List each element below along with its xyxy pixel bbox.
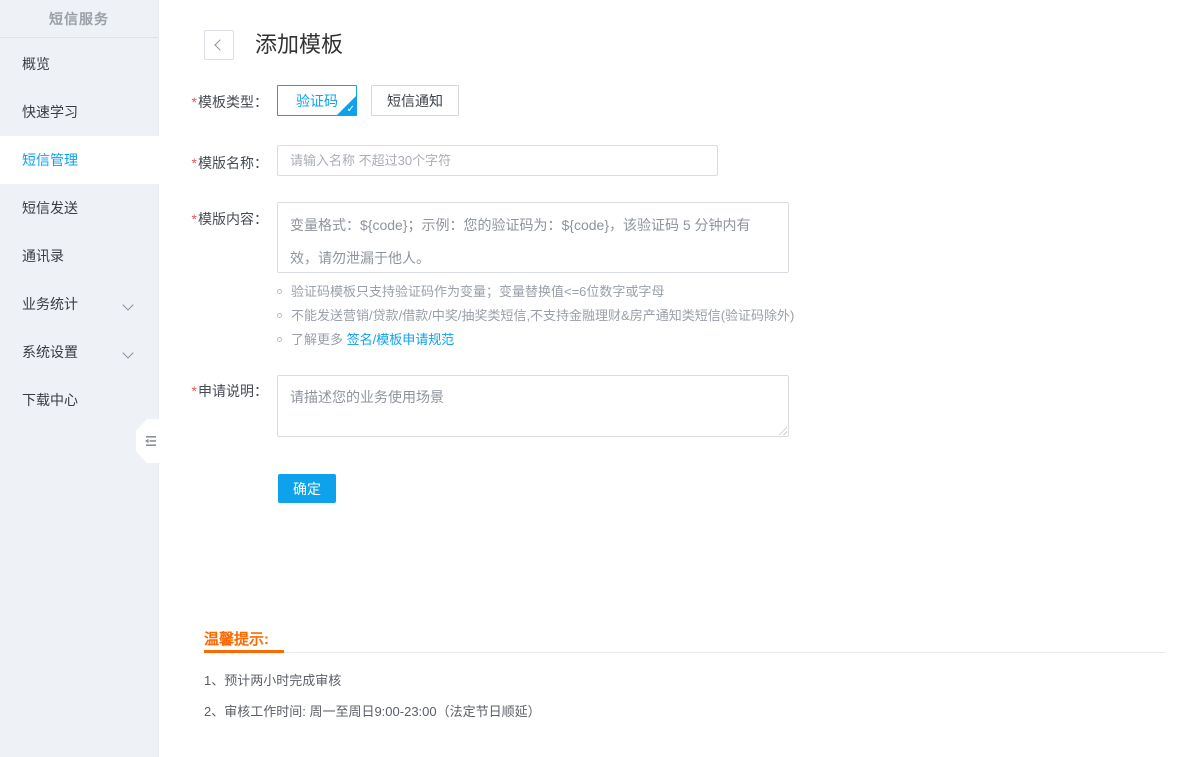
required-asterisk: * (192, 211, 197, 227)
chevron-down-icon (122, 347, 133, 358)
page-title: 添加模板 (255, 29, 343, 61)
note-forbidden-rule: 不能发送营销/贷款/借款/中奖/抽奖类短信,不支持金融理财&房产通知类短信(验证… (277, 304, 794, 328)
template-content-textarea[interactable] (277, 202, 789, 273)
tip-item: 1、预计两小时完成审核 (204, 670, 341, 689)
app-root: 短信服务 概览 快速学习 短信管理 短信发送 通讯录 业务统计 系统设置 下载中… (0, 0, 1185, 757)
template-name-label: *模版名称： (140, 153, 268, 173)
tip-item: 2、审核工作时间: 周一至周日9:00-23:00（法定节日顺延） (204, 701, 541, 720)
sidebar-item-overview[interactable]: 概览 (0, 40, 158, 88)
tips-title: 温馨提示: (204, 628, 269, 649)
back-button[interactable] (204, 30, 234, 60)
sidebar-item-sms-send[interactable]: 短信发送 (0, 184, 158, 232)
chevron-down-icon (122, 299, 133, 310)
spec-rules-link[interactable]: 签名/模板申请规范 (347, 332, 455, 347)
sidebar-menu: 概览 快速学习 短信管理 短信发送 通讯录 业务统计 系统设置 下载中心 (0, 40, 158, 424)
sidebar-collapse-toggle[interactable] (136, 419, 160, 463)
tips-divider (204, 652, 1165, 653)
required-asterisk: * (192, 155, 197, 171)
note-variable-rule: 验证码模板只支持验证码作为变量；变量替换值<=6位数字或字母 (277, 280, 794, 304)
tips-title-underline (204, 650, 284, 653)
sidebar-item-download-center[interactable]: 下载中心 (0, 376, 158, 424)
confirm-button[interactable]: 确定 (278, 474, 336, 503)
sidebar-item-quick-learn[interactable]: 快速学习 (0, 88, 158, 136)
note-learn-more: 了解更多 签名/模板申请规范 (277, 328, 794, 352)
content-notes: 验证码模板只支持验证码作为变量；变量替换值<=6位数字或字母 不能发送营销/贷款… (277, 280, 794, 352)
template-type-label: *模板类型： (140, 92, 268, 112)
required-asterisk: * (192, 94, 197, 110)
sidebar: 短信服务 概览 快速学习 短信管理 短信发送 通讯录 业务统计 系统设置 下载中… (0, 0, 159, 757)
bullet-icon (277, 313, 282, 318)
apply-desc-label: *申请说明： (140, 381, 268, 401)
sidebar-item-system-settings[interactable]: 系统设置 (0, 328, 158, 376)
chevron-left-icon (214, 39, 225, 50)
bullet-icon (277, 289, 282, 294)
apply-desc-textarea[interactable] (277, 375, 789, 437)
sidebar-item-contacts[interactable]: 通讯录 (0, 232, 158, 280)
type-option-sms-notification[interactable]: 短信通知 (371, 85, 459, 116)
sidebar-item-business-stats[interactable]: 业务统计 (0, 280, 158, 328)
checkmark-icon: ✓ (347, 104, 355, 115)
collapse-menu-icon (144, 435, 157, 447)
sidebar-item-sms-management[interactable]: 短信管理 (0, 136, 159, 184)
type-option-verification-code[interactable]: 验证码 ✓ (277, 85, 357, 116)
bullet-icon (277, 337, 282, 342)
template-content-label: *模版内容： (140, 209, 268, 229)
sidebar-title: 短信服务 (0, 0, 158, 38)
template-name-input[interactable] (277, 145, 718, 176)
required-asterisk: * (192, 383, 197, 399)
